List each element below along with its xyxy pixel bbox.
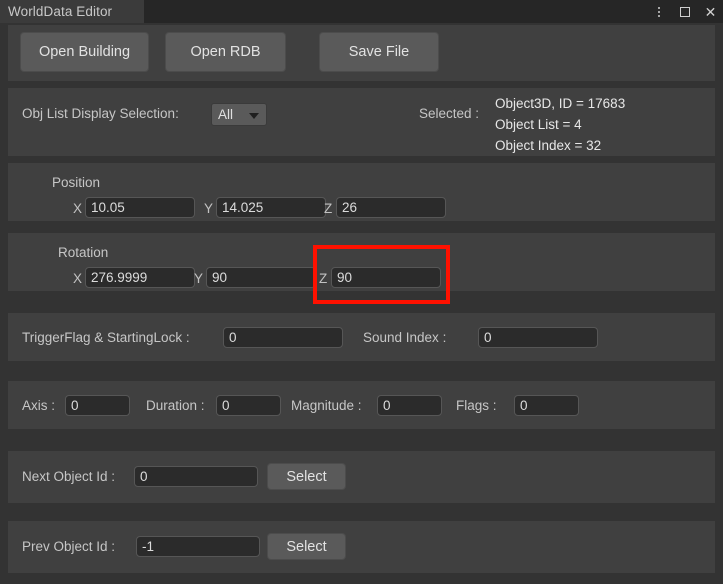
- triggerflag-startinglock-input[interactable]: 0: [223, 327, 343, 348]
- open-building-button[interactable]: Open Building: [20, 32, 149, 72]
- trigger-panel: TriggerFlag & StartingLock : 0 Sound Ind…: [8, 313, 715, 361]
- duration-label: Duration :: [146, 398, 205, 413]
- position-x-input[interactable]: 10.05: [85, 197, 195, 218]
- rotation-x-input[interactable]: 276.9999: [85, 267, 195, 288]
- duration-input[interactable]: 0: [216, 395, 281, 416]
- prev-object-id-label: Prev Object Id :: [22, 539, 116, 554]
- flags-label: Flags :: [456, 398, 497, 413]
- toolbar-panel: Open Building Open RDB Save File: [8, 25, 715, 81]
- prev-object-panel: Prev Object Id : -1 Select: [8, 521, 715, 573]
- window-controls: ✕: [650, 0, 719, 23]
- position-z-label: Z: [324, 201, 333, 216]
- next-object-panel: Next Object Id : 0 Select: [8, 451, 715, 503]
- motion-panel: Axis : 0 Duration : 0 Magnitude : 0 Flag…: [8, 381, 715, 429]
- tab-label: WorldData Editor: [8, 4, 113, 19]
- position-title: Position: [52, 175, 101, 190]
- next-object-id-input[interactable]: 0: [134, 466, 258, 487]
- save-file-button[interactable]: Save File: [319, 32, 439, 72]
- sound-index-label: Sound Index :: [363, 330, 447, 345]
- magnitude-input[interactable]: 0: [377, 395, 442, 416]
- selected-label: Selected :: [419, 106, 480, 121]
- position-panel: Position X 10.05 Y 14.025 Z 26: [8, 163, 715, 221]
- sound-index-input[interactable]: 0: [478, 327, 598, 348]
- title-bar: WorldData Editor ✕: [0, 0, 723, 23]
- kebab-menu-icon: [657, 5, 660, 18]
- prev-object-id-input[interactable]: -1: [136, 536, 260, 557]
- maximize-button[interactable]: [676, 3, 693, 20]
- selected-info-line-2: Object List = 4: [495, 117, 582, 132]
- position-y-input[interactable]: 14.025: [216, 197, 326, 218]
- selected-info-line-3: Object Index = 32: [495, 138, 602, 153]
- rotation-x-label: X: [73, 271, 83, 286]
- chevron-down-icon: [249, 112, 259, 119]
- position-z-input[interactable]: 26: [336, 197, 446, 218]
- obj-list-display-selection-dropdown[interactable]: All: [211, 103, 267, 126]
- next-object-select-button[interactable]: Select: [267, 463, 346, 490]
- prev-object-select-button[interactable]: Select: [267, 533, 346, 560]
- triggerflag-startinglock-label: TriggerFlag & StartingLock :: [22, 330, 190, 345]
- dropdown-value: All: [218, 107, 234, 122]
- axis-label: Axis :: [22, 398, 56, 413]
- rotation-z-label: Z: [319, 271, 328, 286]
- next-object-id-label: Next Object Id :: [22, 469, 116, 484]
- open-rdb-button[interactable]: Open RDB: [165, 32, 286, 72]
- more-options-button[interactable]: [650, 3, 667, 20]
- close-button[interactable]: ✕: [702, 3, 719, 20]
- obj-list-display-selection-label: Obj List Display Selection:: [22, 106, 179, 121]
- close-icon: ✕: [704, 3, 717, 20]
- position-y-label: Y: [204, 201, 214, 216]
- tab-worlddata-editor[interactable]: WorldData Editor: [0, 0, 144, 23]
- selected-info: Object3D, ID = 17683 Object List = 4 Obj…: [495, 93, 625, 156]
- selection-panel: Obj List Display Selection: All Selected…: [8, 88, 715, 156]
- rotation-panel: Rotation X 276.9999 Y 90 Z 90: [8, 233, 715, 291]
- rotation-z-input[interactable]: 90: [331, 267, 441, 288]
- rotation-y-label: Y: [194, 271, 204, 286]
- position-x-label: X: [73, 201, 83, 216]
- flags-input[interactable]: 0: [514, 395, 579, 416]
- maximize-icon: [679, 6, 690, 17]
- magnitude-label: Magnitude :: [291, 398, 362, 413]
- rotation-y-input[interactable]: 90: [206, 267, 316, 288]
- selected-info-line-1: Object3D, ID = 17683: [495, 96, 626, 111]
- rotation-title: Rotation: [58, 245, 109, 260]
- axis-input[interactable]: 0: [65, 395, 130, 416]
